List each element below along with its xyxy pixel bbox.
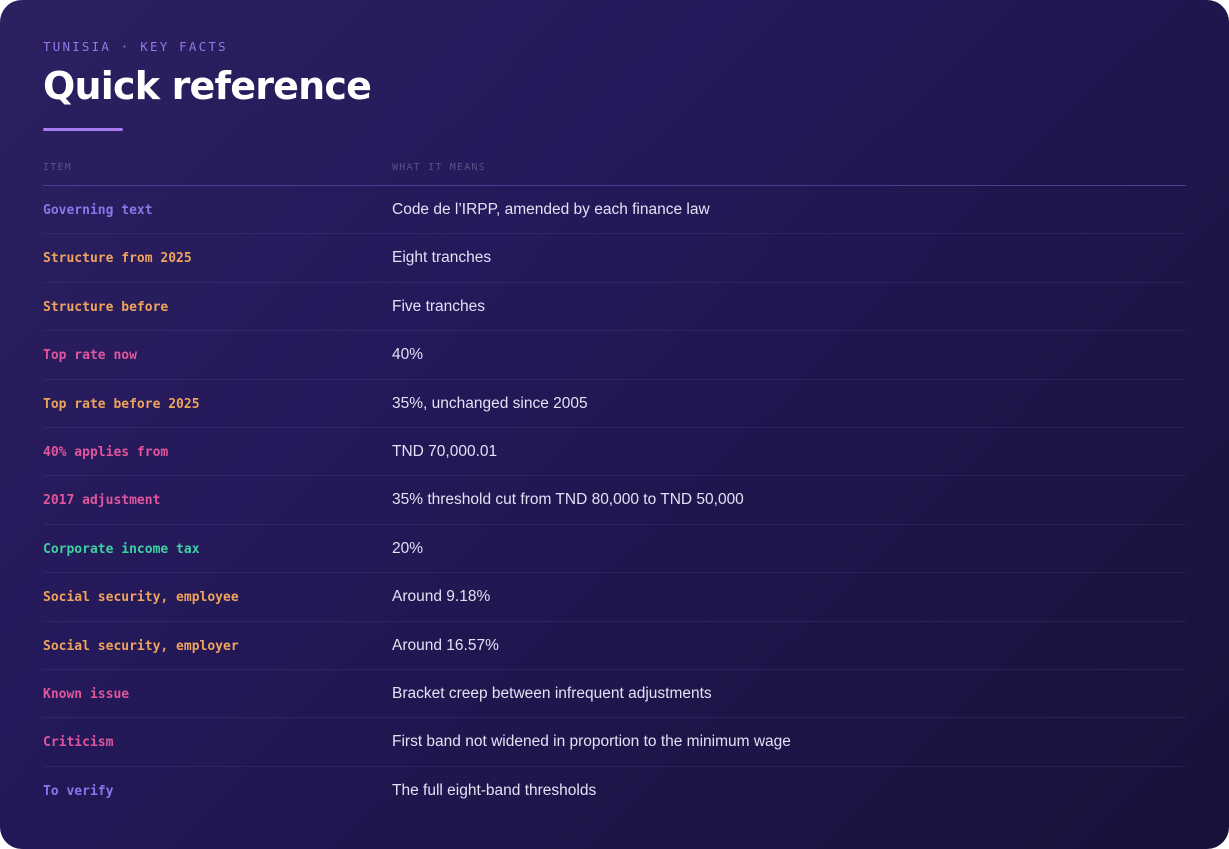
page-title: Quick reference	[43, 64, 372, 108]
row-item-meaning: TND 70,000.01	[392, 442, 498, 460]
row-item-label: 2017 adjustment	[43, 493, 161, 509]
row-item-meaning: 35% threshold cut from TND 80,000 to TND…	[392, 491, 744, 509]
row-item-meaning: 40%	[392, 346, 424, 364]
table-row: 2017 adjustment 35% threshold cut from T…	[43, 476, 1186, 525]
row-item-meaning: First band not widened in proportion to …	[392, 733, 791, 751]
table-row: Criticism First band not widened in prop…	[43, 718, 1186, 767]
table-row: Structure before Five tranches	[43, 283, 1186, 332]
row-item-meaning: Code de l’IRPP, amended by each finance …	[392, 201, 710, 218]
table-row: Top rate now 40%	[43, 331, 1186, 380]
row-item-label: Structure before	[43, 299, 169, 315]
row-item-label: Social security, employee	[43, 590, 239, 606]
row-item-meaning: 35%, unchanged since 2005	[392, 394, 588, 412]
column-header-meaning: What it means	[392, 162, 486, 173]
facts-table: Governing text Code de l’IRPP, amended b…	[43, 186, 1186, 815]
row-item-meaning: Five tranches	[392, 297, 486, 315]
row-item-meaning: Around 9.18%	[392, 588, 491, 606]
row-item-meaning: The full eight-band thresholds	[392, 781, 597, 799]
title-accent-divider	[43, 128, 123, 131]
table-row: Top rate before 2025 35%, unchanged sinc…	[43, 380, 1186, 428]
row-item-label: 40% applies from	[43, 444, 169, 460]
table-row: To verify The full eight-band thresholds	[43, 767, 1186, 815]
row-item-label: Known issue	[43, 686, 130, 702]
row-item-label: Corporate income tax	[43, 541, 200, 557]
quick-reference-card: Tunisia · Key facts Quick reference Item…	[0, 0, 1229, 849]
row-item-meaning: 20%	[392, 539, 424, 557]
table-row: Corporate income tax 20%	[43, 525, 1186, 574]
row-item-label: Criticism	[43, 735, 114, 751]
row-item-label: Top rate before 2025	[43, 396, 200, 412]
row-item-label: Governing text	[43, 203, 153, 218]
table-row: Structure from 2025 Eight tranches	[43, 234, 1186, 283]
row-item-meaning: Eight tranches	[392, 249, 492, 267]
table-row: 40% applies from TND 70,000.01	[43, 428, 1186, 477]
column-header-item: Item	[43, 162, 72, 173]
table-row: Social security, employee Around 9.18%	[43, 573, 1186, 622]
row-item-meaning: Bracket creep between infrequent adjustm…	[392, 684, 712, 702]
row-item-label: Structure from 2025	[43, 251, 192, 267]
row-item-meaning: Around 16.57%	[392, 636, 499, 654]
eyebrow-label: Tunisia · Key facts	[43, 39, 228, 54]
row-item-label: Social security, employer	[43, 638, 239, 654]
table-row: Governing text Code de l’IRPP, amended b…	[43, 186, 1186, 235]
row-item-label: To verify	[43, 783, 114, 799]
table-row: Known issue Bracket creep between infreq…	[43, 670, 1186, 719]
table-row: Social security, employer Around 16.57%	[43, 622, 1186, 670]
row-item-label: Top rate now	[43, 348, 137, 364]
